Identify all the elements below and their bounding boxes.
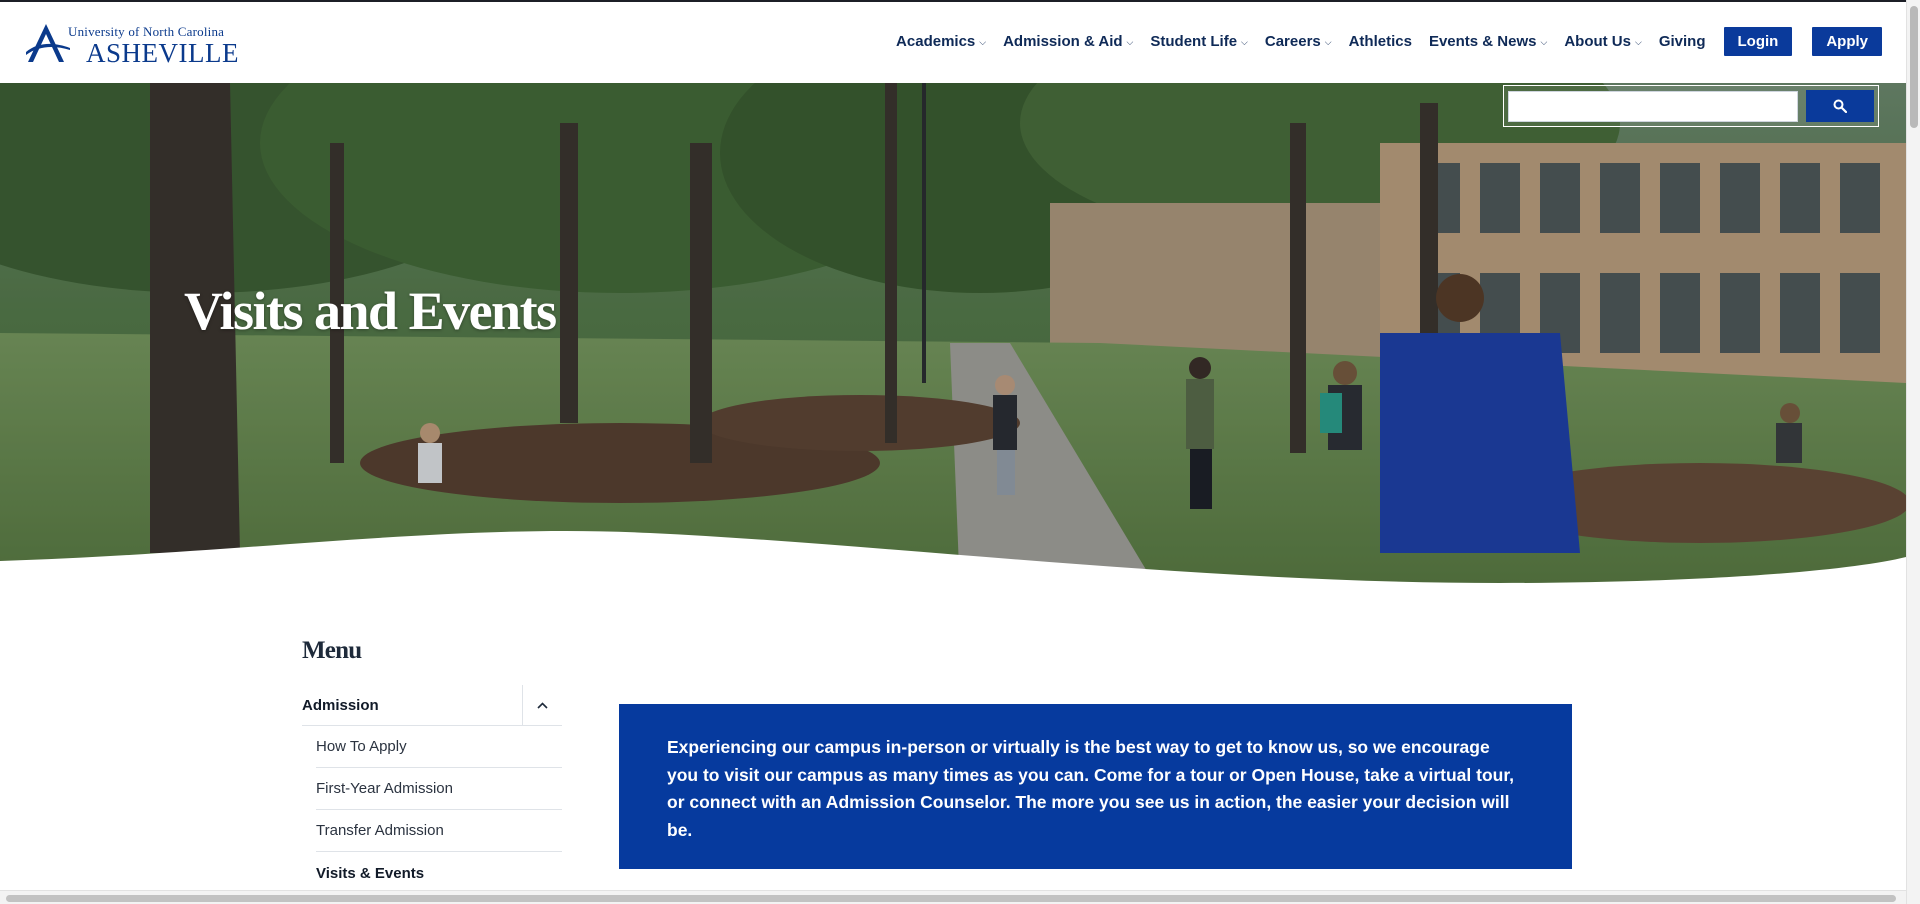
chevron-down-icon: ⌵ [1635, 37, 1642, 47]
nav-label: About Us [1564, 33, 1631, 50]
nav-about-us[interactable]: About Us ⌵ [1564, 33, 1642, 50]
intro-text: Experiencing our campus in-person or vir… [667, 737, 1515, 840]
nav-label: Giving [1658, 33, 1706, 50]
nav-giving[interactable]: Giving [1659, 33, 1706, 50]
nav-label: Events & News [1428, 33, 1537, 50]
menu-section-admission[interactable]: Admission [302, 684, 562, 726]
vertical-scrollbar-thumb[interactable] [1910, 6, 1918, 128]
nav-label: Admission & Aid [1003, 33, 1123, 50]
nav-label: Athletics [1348, 33, 1412, 50]
apply-button[interactable]: Apply [1812, 27, 1882, 56]
search-button[interactable] [1806, 90, 1874, 122]
nav-athletics[interactable]: Athletics [1349, 33, 1412, 50]
nav-admission-aid[interactable]: Admission & Aid ⌵ [1003, 33, 1133, 50]
site-search [1503, 85, 1879, 127]
menu-heading: Menu [302, 637, 362, 664]
site-header: University of North Carolina ASHEVILLE A… [0, 0, 1906, 83]
collapse-toggle[interactable] [522, 684, 562, 726]
intro-callout: Experiencing our campus in-person or vir… [619, 704, 1572, 869]
chevron-down-icon: ⌵ [979, 37, 987, 47]
search-input[interactable] [1508, 91, 1798, 122]
menu-list: How To Apply First-Year Admission Transf… [316, 726, 562, 894]
nav-student-life[interactable]: Student Life ⌵ [1150, 33, 1248, 50]
nav-label: Academics [896, 33, 976, 50]
hero-banner: Visits and Events [0, 83, 1906, 593]
nav-label: Student Life [1150, 33, 1238, 50]
chevron-down-icon: ⌵ [1540, 37, 1548, 47]
menu-item-first-year-admission[interactable]: First-Year Admission [316, 768, 562, 810]
menu-section-label: Admission [302, 696, 379, 714]
chevron-down-icon: ⌵ [1126, 37, 1134, 47]
logo-mark-icon [26, 24, 70, 62]
chevron-up-icon [537, 701, 548, 709]
horizontal-scrollbar[interactable] [0, 890, 1906, 904]
menu-item-how-to-apply[interactable]: How To Apply [316, 726, 562, 768]
main-nav: Academics ⌵ Admission & Aid ⌵ Student Li… [879, 27, 1882, 56]
unca-logo[interactable]: University of North Carolina ASHEVILLE [24, 20, 238, 68]
horizontal-scrollbar-thumb[interactable] [6, 895, 1896, 902]
section-menu: Admission How To Apply First-Year Admiss… [302, 684, 562, 894]
nav-events-news[interactable]: Events & News ⌵ [1429, 33, 1547, 50]
chevron-down-icon: ⌵ [1324, 37, 1332, 47]
page-title: Visits and Events [184, 281, 557, 341]
login-button[interactable]: Login [1723, 27, 1793, 56]
nav-careers[interactable]: Careers ⌵ [1265, 33, 1332, 50]
logo-asheville-text: ASHEVILLE [86, 38, 239, 68]
chevron-down-icon: ⌵ [1241, 37, 1248, 47]
vertical-scrollbar[interactable] [1906, 0, 1920, 904]
nav-academics[interactable]: Academics ⌵ [896, 33, 986, 50]
menu-item-transfer-admission[interactable]: Transfer Admission [316, 810, 562, 852]
menu-item-visits-events[interactable]: Visits & Events [316, 852, 562, 894]
search-icon [1833, 99, 1847, 113]
nav-label: Careers [1264, 33, 1321, 50]
